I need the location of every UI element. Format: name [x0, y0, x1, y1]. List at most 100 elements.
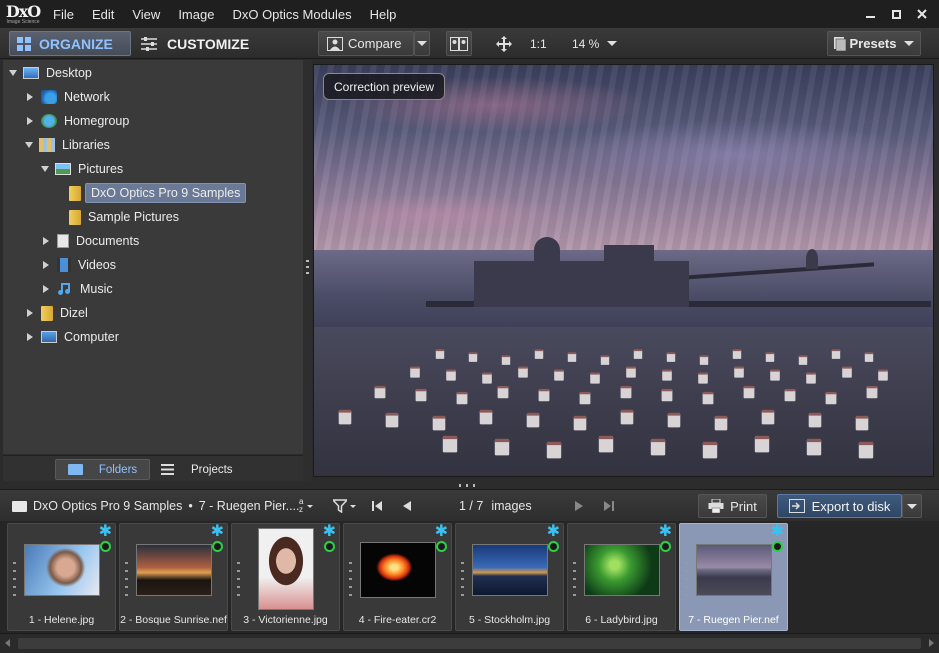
breadcrumb-separator: • [188, 499, 193, 513]
thumbnail-image [258, 528, 314, 610]
tree-item-network[interactable]: Network [27, 86, 113, 108]
breadcrumb[interactable]: DxO Optics Pro 9 Samples • 7 - Ruegen Pi… [12, 490, 300, 522]
tree-item-dxo-optics-pro-9-samples[interactable]: DxO Optics Pro 9 Samples [69, 182, 247, 204]
filter-button[interactable] [333, 490, 356, 522]
thumbnail-3[interactable]: ✱ 3 - Victorienne.jpg [231, 523, 340, 631]
thumbnail-caption: 7 - Ruegen Pier.nef [688, 614, 779, 626]
close-button[interactable] [909, 0, 935, 28]
chevron-down-icon [607, 41, 618, 46]
compare-button[interactable]: Compare [318, 31, 414, 56]
menu-image[interactable]: Image [171, 7, 225, 22]
tab-customize[interactable]: CUSTOMIZE [141, 31, 249, 56]
tree-item-label: Music [80, 282, 113, 296]
collapsed-arrow-icon [27, 93, 33, 101]
menu-help[interactable]: Help [363, 7, 408, 22]
zoom-value: 14 % [572, 36, 600, 51]
move-tool-button[interactable] [496, 31, 512, 56]
preview-pier-end [806, 249, 818, 269]
move-icon [496, 35, 512, 52]
grip-icon [306, 260, 309, 278]
horizontal-splitter[interactable] [0, 481, 939, 489]
thumbnail-1[interactable]: ✱ 1 - Helene.jpg [7, 523, 116, 631]
list-icon [161, 464, 174, 475]
tree-item-computer[interactable]: Computer [27, 326, 122, 348]
tree-item-desktop[interactable]: Desktop [9, 62, 95, 84]
tab-organize-label: ORGANIZE [39, 35, 113, 52]
scroll-right-icon[interactable] [929, 639, 934, 647]
maximize-button[interactable] [883, 0, 909, 28]
first-image-button[interactable] [372, 490, 382, 522]
zoom-1-1-button[interactable]: 1:1 [530, 31, 547, 56]
compare-icon [327, 36, 343, 51]
next-image-button[interactable] [575, 490, 583, 522]
thumbnail-4[interactable]: ✱ 4 - Fire-eater.cr2 [343, 523, 452, 631]
tree-item-music[interactable]: Music [43, 278, 116, 300]
menu-view[interactable]: View [125, 7, 171, 22]
tree-item-label: Dizel [60, 306, 88, 320]
previous-image-button[interactable] [403, 490, 411, 522]
beach-chair [784, 388, 796, 402]
thumbnail-5[interactable]: ✱ 5 - Stockholm.jpg [455, 523, 564, 631]
tree-item-label: Libraries [62, 138, 110, 152]
beach-chair [702, 391, 714, 405]
tree-item-documents[interactable]: Documents [43, 230, 142, 252]
menu-file[interactable]: File [46, 7, 85, 22]
export-to-disk-button[interactable]: Export to disk [777, 494, 902, 518]
export-dropdown-button[interactable] [902, 494, 922, 518]
tree-item-pictures[interactable]: Pictures [41, 158, 126, 180]
side-by-side-button[interactable] [446, 31, 472, 56]
thumbnail-6[interactable]: ✱ 6 - Ladybird.jpg [567, 523, 676, 631]
grip-icon [685, 562, 688, 598]
star-icon: ✱ [658, 523, 672, 540]
beach-chair [410, 366, 420, 378]
menu-edit[interactable]: Edit [85, 7, 125, 22]
sort-button[interactable]: a z [299, 490, 314, 522]
vertical-splitter[interactable] [303, 60, 312, 481]
tree-item-dizel[interactable]: Dizel [27, 302, 91, 324]
tree-item-label: DxO Optics Pro 9 Samples [85, 183, 247, 203]
beach-chair [573, 415, 587, 431]
beach-chair [526, 412, 540, 428]
thumbnail-image [24, 544, 100, 596]
scrollbar-track[interactable] [18, 638, 921, 649]
compare-dropdown-button[interactable] [414, 31, 430, 56]
beach-chair [374, 385, 386, 399]
thumbnail-2[interactable]: ✱ 2 - Bosque Sunrise.nef [119, 523, 228, 631]
beach-chair [761, 409, 775, 425]
beach-chair [650, 438, 666, 456]
print-button[interactable]: Print [698, 494, 767, 518]
tab-folders[interactable]: Folders [55, 459, 150, 480]
star-icon: ✱ [546, 523, 560, 540]
pictures-icon [55, 163, 71, 175]
beach-chair [456, 391, 468, 405]
beach-chair [806, 372, 816, 384]
beach-chair [732, 349, 742, 359]
thumbnail-caption: 6 - Ladybird.jpg [585, 614, 658, 626]
beach-chair [468, 352, 478, 362]
beach-chair [699, 355, 709, 365]
minimize-button[interactable] [857, 0, 883, 28]
maximize-icon [891, 9, 901, 19]
status-ok-icon [772, 541, 783, 552]
thumbnail-7[interactable]: ✱ 7 - Ruegen Pier.nef [679, 523, 788, 631]
presets-button[interactable]: Presets [827, 31, 921, 56]
last-image-button[interactable] [604, 490, 614, 522]
tab-projects[interactable]: Projects [161, 459, 241, 480]
filmstrip-toolbar: DxO Optics Pro 9 Samples • 7 - Ruegen Pi… [0, 489, 939, 521]
tree-item-sample-pictures[interactable]: Sample Pictures [69, 206, 182, 228]
left-panel-tabs: Folders Projects [3, 455, 303, 482]
zoom-select[interactable]: 14 % [572, 31, 618, 56]
beach-chair [600, 355, 610, 365]
correction-preview-badge: Correction preview [323, 73, 446, 100]
collapsed-arrow-icon [27, 333, 33, 341]
folder-icon [69, 209, 81, 225]
computer-icon [41, 331, 57, 343]
filmstrip-scrollbar[interactable] [0, 633, 939, 653]
tree-item-videos[interactable]: Videos [43, 254, 119, 276]
menu-dxo-optics-modules[interactable]: DxO Optics Modules [225, 7, 362, 22]
scroll-left-icon[interactable] [5, 639, 10, 647]
tab-organize[interactable]: ORGANIZE [9, 31, 131, 56]
image-preview[interactable]: Correction preview [313, 64, 934, 477]
tree-item-libraries[interactable]: Libraries [25, 134, 113, 156]
tree-item-homegroup[interactable]: Homegroup [27, 110, 132, 132]
